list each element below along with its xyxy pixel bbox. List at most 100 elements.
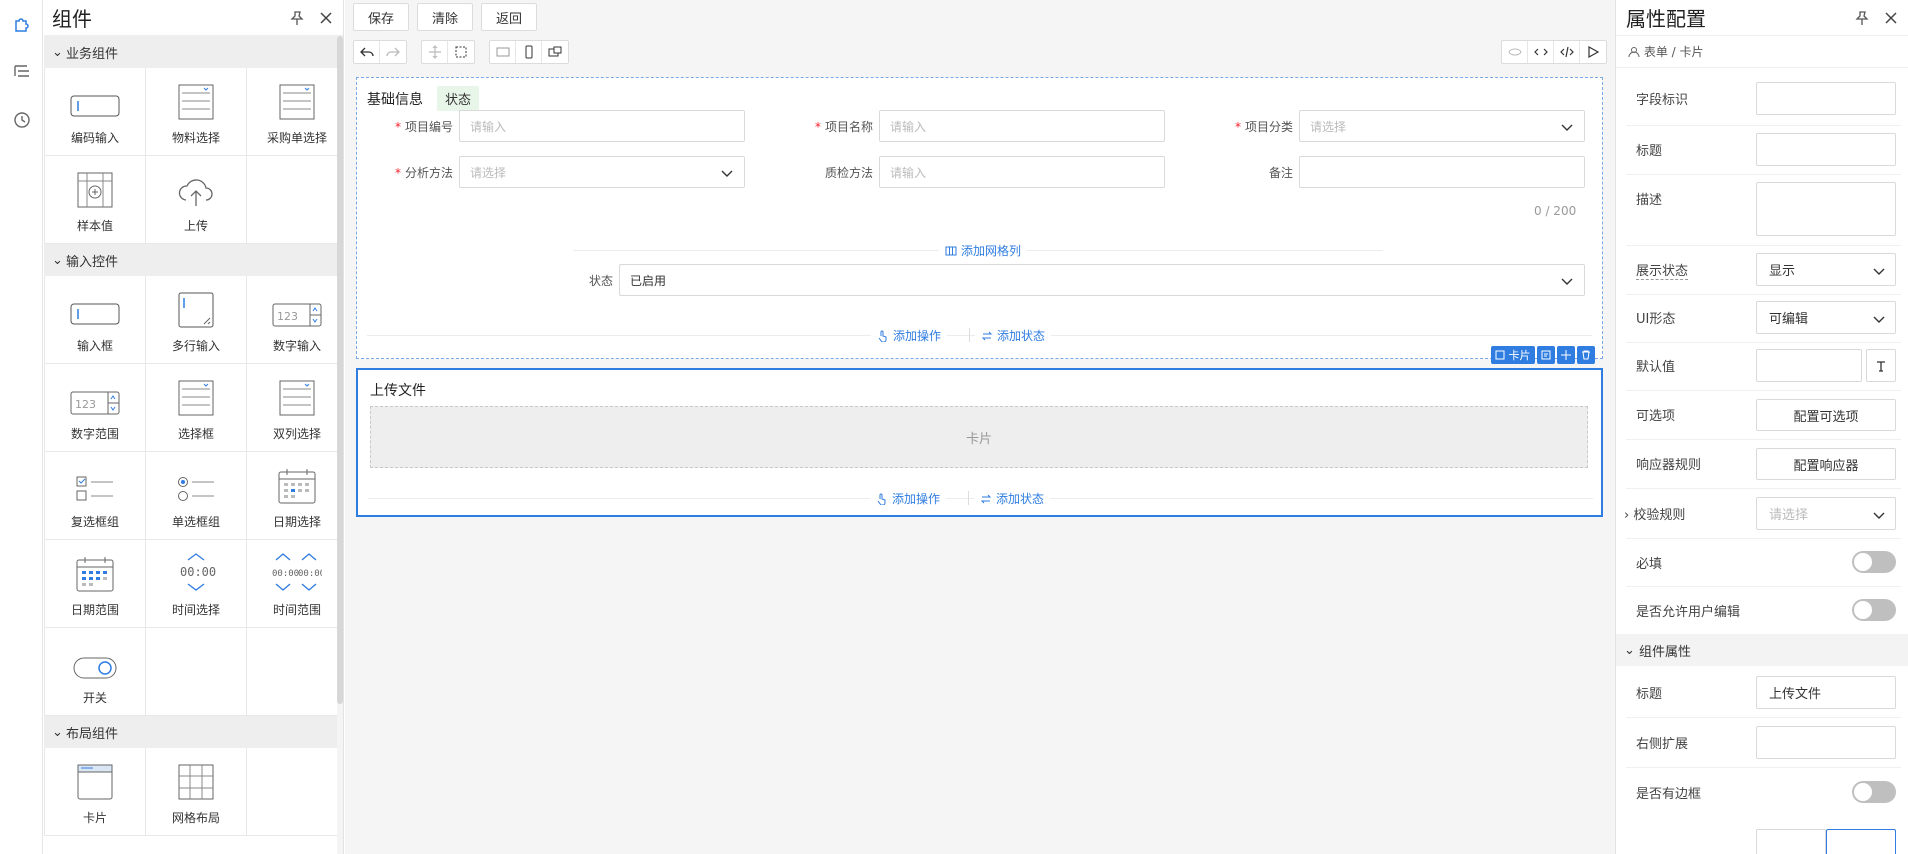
close-icon[interactable] <box>1884 11 1898 25</box>
expand-button[interactable] <box>1528 41 1554 63</box>
component-number-range[interactable]: 123 数字范围 <box>45 364 146 452</box>
component-card[interactable]: 卡片 <box>45 748 146 836</box>
component-sample-value[interactable]: 样本值 <box>45 156 146 244</box>
description-textarea[interactable] <box>1756 182 1896 236</box>
required-toggle[interactable] <box>1852 551 1896 573</box>
project-name-input[interactable]: 请输入 <box>879 110 1165 142</box>
move-tool-button[interactable] <box>422 41 448 63</box>
chevron-down-icon <box>1873 316 1885 323</box>
component-number-input[interactable]: 123 数字输入 <box>247 276 343 364</box>
components-nav-button[interactable] <box>0 0 43 48</box>
qc-method-input[interactable]: 请输入 <box>879 156 1165 188</box>
field-id-input[interactable] <box>1756 82 1896 115</box>
pin-icon[interactable] <box>1854 10 1870 26</box>
project-no-input[interactable]: 请输入 <box>459 110 745 142</box>
section-business-components[interactable]: ⌄ 业务组件 <box>44 36 343 68</box>
component-coded-input[interactable]: 编码输入 <box>45 68 146 156</box>
component-dual-column-select[interactable]: 双列选择 <box>247 364 343 452</box>
analysis-method-select[interactable]: 请选择 <box>459 156 745 188</box>
tablet-view-button[interactable] <box>542 41 568 63</box>
configure-options-button[interactable]: 配置可选项 <box>1756 399 1896 431</box>
run-button[interactable] <box>1580 41 1606 63</box>
card-move-button[interactable] <box>1556 346 1575 364</box>
component-title-input[interactable]: 上传文件 <box>1756 676 1896 709</box>
title-input[interactable] <box>1756 133 1896 166</box>
display-state-select[interactable]: 显示 <box>1756 253 1896 286</box>
component-upload[interactable]: 上传 <box>146 156 247 244</box>
date-range-icon <box>76 557 114 592</box>
breadcrumb-root[interactable]: 表单 <box>1644 43 1668 60</box>
remark-counter: 0 / 200 <box>1534 204 1577 218</box>
actions-separator <box>968 491 969 505</box>
component-switch[interactable]: 开关 <box>45 628 146 716</box>
clear-button[interactable]: 清除 <box>417 3 474 31</box>
chevron-down-icon <box>1873 512 1885 519</box>
default-value-input[interactable] <box>1756 349 1862 382</box>
configure-responder-button[interactable]: 配置响应器 <box>1756 448 1896 480</box>
undo-button[interactable] <box>354 41 380 63</box>
next-row-input-active[interactable] <box>1826 829 1896 854</box>
add-action-link[interactable]: 添加操作 <box>871 327 948 344</box>
component-checkbox-group[interactable]: 复选框组 <box>45 452 146 540</box>
upload-file-card[interactable]: 上传文件 卡片 添加操作 添加状态 <box>356 368 1603 517</box>
component-select-box[interactable]: 选择框 <box>146 364 247 452</box>
add-grid-column-link[interactable]: 添加网格列 <box>939 242 1028 259</box>
component-time-picker[interactable]: 00:00 时间选择 <box>146 540 247 628</box>
component-purchase-order-select[interactable]: 采购单选择 <box>247 68 343 156</box>
basic-info-card[interactable]: 基础信息 状态 * 项目编号 请输入 * 项目名称 请输入 * 项目分类 请选择 * 分… <box>356 77 1603 359</box>
status-select[interactable]: 已启用 <box>619 264 1585 296</box>
card-delete-button[interactable] <box>1576 346 1595 364</box>
mobile-icon <box>525 45 532 59</box>
component-grid-layout[interactable]: 网格布局 <box>146 748 247 836</box>
section-input-controls[interactable]: ⌄ 输入控件 <box>44 244 343 276</box>
ui-mode-select[interactable]: 可编辑 <box>1756 301 1896 334</box>
next-row-input[interactable] <box>1756 829 1826 854</box>
close-icon[interactable] <box>319 11 333 25</box>
add-action-link[interactable]: 添加操作 <box>870 490 947 507</box>
project-category-select[interactable]: 请选择 <box>1299 110 1585 142</box>
add-state-link[interactable]: 添加状态 <box>975 327 1052 344</box>
remark-textarea[interactable] <box>1299 156 1585 188</box>
text-type-icon <box>1877 360 1885 372</box>
components-scrollbar-thumb[interactable] <box>337 36 343 704</box>
code-button[interactable] <box>1554 41 1580 63</box>
component-textarea[interactable]: 多行输入 <box>146 276 247 364</box>
card-copy-button[interactable] <box>1536 346 1555 364</box>
component-radio-group[interactable]: 单选框组 <box>146 452 247 540</box>
section-layout-components[interactable]: ⌄ 布局组件 <box>44 716 343 748</box>
validation-label[interactable]: › 校验规则 <box>1624 504 1685 523</box>
text-type-button[interactable] <box>1866 349 1896 382</box>
mobile-view-button[interactable] <box>516 41 542 63</box>
component-input-box[interactable]: 输入框 <box>45 276 146 364</box>
chevron-down-icon <box>1561 278 1573 285</box>
card-drop-zone[interactable]: 卡片 <box>370 406 1588 468</box>
chevron-down-icon <box>1873 268 1885 275</box>
user-editable-toggle[interactable] <box>1852 599 1896 621</box>
component-date-range[interactable]: 日期范围 <box>45 540 146 628</box>
date-picker-icon <box>278 469 316 504</box>
save-button[interactable]: 保存 <box>353 3 410 31</box>
eye-button[interactable] <box>1502 41 1528 63</box>
validation-select[interactable]: 请选择 <box>1756 497 1896 530</box>
bordered-toggle[interactable] <box>1852 781 1896 803</box>
project-category-label: * 项目分类 <box>1234 120 1293 134</box>
actions-separator <box>969 328 970 342</box>
select-tool-button[interactable] <box>448 41 474 63</box>
move-icon <box>428 45 441 59</box>
component-time-range[interactable]: 00:0000:00 时间范围 <box>247 540 343 628</box>
status-tag[interactable]: 状态 <box>437 86 480 111</box>
component-props-section[interactable]: ⌄ 组件属性 <box>1616 634 1908 666</box>
component-material-select[interactable]: 物料选择 <box>146 68 247 156</box>
right-extension-input[interactable] <box>1756 726 1896 759</box>
row-divider <box>1626 586 1901 587</box>
pin-icon[interactable] <box>289 10 305 26</box>
back-button[interactable]: 返回 <box>481 3 538 31</box>
hand-pointer-icon <box>878 330 887 342</box>
desktop-view-button[interactable] <box>490 41 516 63</box>
history-nav-button[interactable] <box>0 96 43 144</box>
redo-button[interactable] <box>380 41 406 63</box>
add-state-link[interactable]: 添加状态 <box>974 490 1051 507</box>
component-date-picker[interactable]: 日期选择 <box>247 452 343 540</box>
card-type-badge[interactable]: 卡片 <box>1491 346 1535 364</box>
outline-nav-button[interactable] <box>0 48 43 96</box>
